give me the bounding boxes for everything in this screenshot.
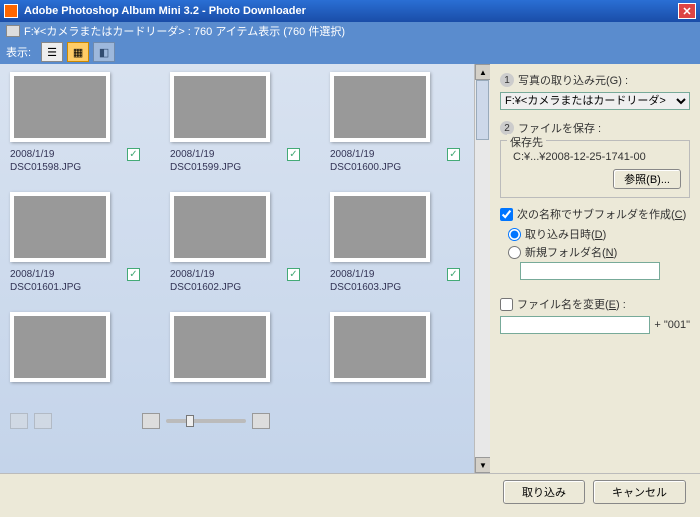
scrollbar[interactable]: ▲ ▼ bbox=[474, 64, 490, 473]
thumbnail-item[interactable]: 2008/1/19DSC01599.JPG ✓ bbox=[170, 72, 300, 174]
rename-files-row[interactable]: ファイル名を変更(E) : bbox=[500, 296, 690, 312]
step-1-badge: 1 bbox=[500, 73, 514, 87]
view-preview-button[interactable]: ◧ bbox=[93, 42, 115, 62]
thumbnail-image[interactable] bbox=[10, 192, 110, 262]
radio-new-folder-row[interactable]: 新規フォルダ名(N) bbox=[508, 244, 690, 260]
radio-import-date-row[interactable]: 取り込み日時(D) bbox=[508, 226, 690, 242]
view-toolbar: 表示: ☰ ▦ ◧ bbox=[0, 40, 700, 64]
step-2-badge: 2 bbox=[500, 121, 514, 135]
import-button[interactable]: 取り込み bbox=[503, 480, 585, 504]
app-icon bbox=[4, 4, 18, 18]
rotate-right-button[interactable] bbox=[34, 413, 52, 429]
thumb-size-slider[interactable] bbox=[166, 419, 246, 423]
rename-suffix-label: + "001" bbox=[654, 319, 690, 331]
thumbnail-caption: 2008/1/19DSC01603.JPG bbox=[330, 268, 401, 294]
scroll-up-icon[interactable]: ▲ bbox=[475, 64, 490, 80]
create-subfolder-checkbox[interactable] bbox=[500, 208, 513, 221]
thumbnail-item[interactable]: 2008/1/19DSC01598.JPG ✓ bbox=[10, 72, 140, 174]
thumbnail-checkbox[interactable]: ✓ bbox=[447, 268, 460, 281]
view-list-button[interactable]: ☰ bbox=[41, 42, 63, 62]
window-title: Adobe Photoshop Album Mini 3.2 - Photo D… bbox=[24, 5, 306, 17]
thumbnail-image[interactable] bbox=[170, 192, 270, 262]
thumb-small-icon[interactable] bbox=[142, 413, 160, 429]
thumbnail-item[interactable] bbox=[10, 312, 140, 388]
view-grid-button[interactable]: ▦ bbox=[67, 42, 89, 62]
thumb-large-icon[interactable] bbox=[252, 413, 270, 429]
thumbnail-checkbox[interactable]: ✓ bbox=[447, 148, 460, 161]
source-summary-text: F:¥<カメラまたはカードリーダ> : 760 アイテム表示 (760 件選択) bbox=[24, 23, 345, 39]
radio-new-folder-label: 新規フォルダ名(N) bbox=[525, 244, 617, 260]
thumbnail-checkbox[interactable]: ✓ bbox=[127, 148, 140, 161]
thumbnail-item[interactable]: 2008/1/19DSC01600.JPG ✓ bbox=[330, 72, 460, 174]
thumbnail-item[interactable]: 2008/1/19DSC01601.JPG ✓ bbox=[10, 192, 140, 294]
destination-legend: 保存先 bbox=[507, 134, 546, 150]
thumbnail-pane: 2008/1/19DSC01598.JPG✓2008/1/19DSC01599.… bbox=[0, 64, 490, 473]
create-subfolder-label: 次の名称でサブフォルダを作成(C) bbox=[517, 206, 686, 222]
step-1-header: 1 写真の取り込み元(G) : bbox=[500, 72, 690, 88]
title-bar: Adobe Photoshop Album Mini 3.2 - Photo D… bbox=[0, 0, 700, 22]
thumbnail-checkbox[interactable]: ✓ bbox=[127, 268, 140, 281]
thumbnail-image[interactable] bbox=[330, 312, 430, 382]
dialog-footer: 取り込み キャンセル bbox=[0, 473, 700, 509]
rename-base-input[interactable] bbox=[500, 316, 650, 334]
thumbnail-caption: 2008/1/19DSC01598.JPG bbox=[10, 148, 81, 174]
thumbnail-caption: 2008/1/19DSC01601.JPG bbox=[10, 268, 81, 294]
slider-knob[interactable] bbox=[186, 415, 194, 427]
thumbnail-item[interactable]: 2008/1/19DSC01602.JPG ✓ bbox=[170, 192, 300, 294]
camera-icon bbox=[6, 25, 20, 37]
source-select[interactable]: F:¥<カメラまたはカードリーダ> bbox=[500, 92, 690, 110]
bottom-toolbar bbox=[10, 409, 270, 433]
scroll-down-icon[interactable]: ▼ bbox=[475, 457, 490, 473]
rename-files-label: ファイル名を変更(E) : bbox=[517, 296, 626, 312]
thumbnail-image[interactable] bbox=[170, 312, 270, 382]
source-summary-bar: F:¥<カメラまたはカードリーダ> : 760 アイテム表示 (760 件選択) bbox=[0, 22, 700, 40]
radio-import-date[interactable] bbox=[508, 228, 521, 241]
thumbnail-caption: 2008/1/19DSC01600.JPG bbox=[330, 148, 401, 174]
thumbnail-checkbox[interactable]: ✓ bbox=[287, 268, 300, 281]
thumbnail-image[interactable] bbox=[10, 72, 110, 142]
thumbnail-image[interactable] bbox=[330, 72, 430, 142]
step-1-label: 写真の取り込み元(G) : bbox=[518, 72, 628, 88]
thumbnail-item[interactable]: 2008/1/19DSC01603.JPG ✓ bbox=[330, 192, 460, 294]
thumbnail-caption: 2008/1/19DSC01599.JPG bbox=[170, 148, 241, 174]
rotate-left-button[interactable] bbox=[10, 413, 28, 429]
thumbnail-caption: 2008/1/19DSC01602.JPG bbox=[170, 268, 241, 294]
thumbnail-image[interactable] bbox=[10, 312, 110, 382]
scroll-thumb[interactable] bbox=[476, 80, 489, 140]
view-label: 表示: bbox=[6, 44, 31, 60]
close-button[interactable]: ✕ bbox=[678, 3, 696, 19]
cancel-button[interactable]: キャンセル bbox=[593, 480, 686, 504]
radio-import-date-label: 取り込み日時(D) bbox=[525, 226, 606, 242]
browse-button[interactable]: 参照(B)... bbox=[613, 169, 681, 189]
rename-files-checkbox[interactable] bbox=[500, 298, 513, 311]
radio-new-folder[interactable] bbox=[508, 246, 521, 259]
thumbnail-image[interactable] bbox=[170, 72, 270, 142]
destination-path: C:¥...¥2008-12-25-1741-00 bbox=[513, 151, 681, 163]
thumbnail-item[interactable] bbox=[170, 312, 300, 388]
create-subfolder-row[interactable]: 次の名称でサブフォルダを作成(C) bbox=[500, 206, 690, 222]
thumbnail-item[interactable] bbox=[330, 312, 460, 388]
options-panel: 1 写真の取り込み元(G) : F:¥<カメラまたはカードリーダ> 2 ファイル… bbox=[490, 64, 700, 473]
thumbnail-checkbox[interactable]: ✓ bbox=[287, 148, 300, 161]
new-folder-name-input[interactable] bbox=[520, 262, 660, 280]
destination-fieldset: 保存先 C:¥...¥2008-12-25-1741-00 参照(B)... bbox=[500, 140, 690, 198]
thumbnail-image[interactable] bbox=[330, 192, 430, 262]
